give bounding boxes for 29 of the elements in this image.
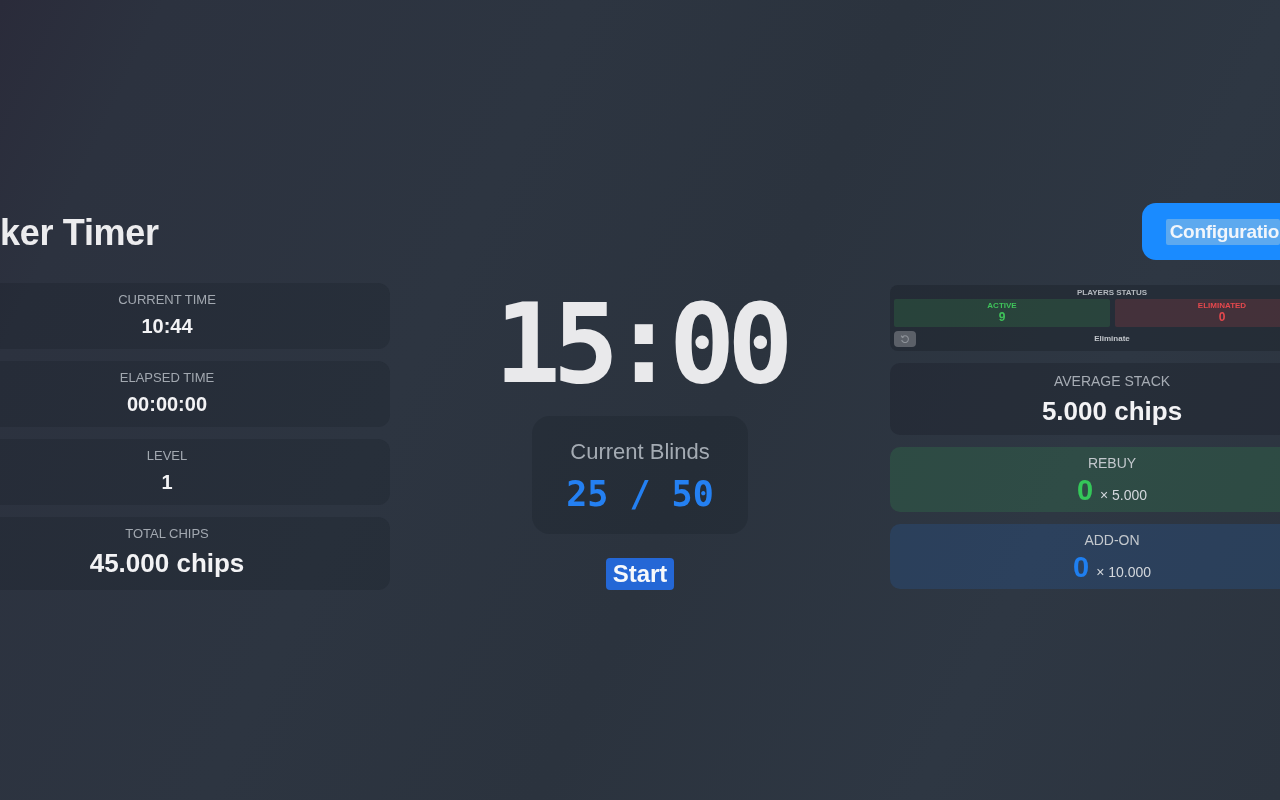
counter-multiplier: × 10.000 xyxy=(1096,563,1151,581)
stat-value: 00:00:00 xyxy=(126,392,208,416)
counter-label: ADD-ON xyxy=(1084,531,1140,549)
count-label: ELIMINATED xyxy=(1197,301,1247,311)
average-stack-label: AVERAGE STACK xyxy=(1053,372,1171,390)
app-title: ker Timer xyxy=(0,211,160,255)
average-stack-value: 5.000 chips xyxy=(1041,396,1183,426)
countdown-timer: 15:00 xyxy=(494,289,786,399)
eliminate-button[interactable]: Eliminate xyxy=(916,331,1280,347)
count-value: 0 xyxy=(1218,311,1226,324)
counter-label: REBUY xyxy=(1087,454,1137,472)
stat-value: 45.000 chips xyxy=(89,548,245,578)
blinds-title: Current Blinds xyxy=(570,439,710,465)
players-status-title: PLAYERS STATUS xyxy=(1075,287,1149,299)
stat-value: 10:44 xyxy=(141,314,193,338)
stat-label: LEVEL xyxy=(146,448,188,464)
undo-button[interactable] xyxy=(894,331,916,347)
counter-count: 0 xyxy=(1076,475,1093,505)
stat-label: TOTAL CHIPS xyxy=(125,526,209,542)
stat-value: 1 xyxy=(161,470,173,494)
stat-label: CURRENT TIME xyxy=(118,292,216,308)
stat-label: ELAPSED TIME xyxy=(119,370,215,386)
circular-arrow-icon xyxy=(900,334,910,344)
counter-multiplier: × 5.000 xyxy=(1100,486,1148,504)
start-button[interactable]: Start xyxy=(605,558,675,590)
blinds-value: 25 / 50 xyxy=(566,474,714,514)
count-label: ACTIVE xyxy=(987,301,1017,311)
counter-count: 0 xyxy=(1073,552,1090,582)
count-value: 9 xyxy=(998,311,1006,324)
